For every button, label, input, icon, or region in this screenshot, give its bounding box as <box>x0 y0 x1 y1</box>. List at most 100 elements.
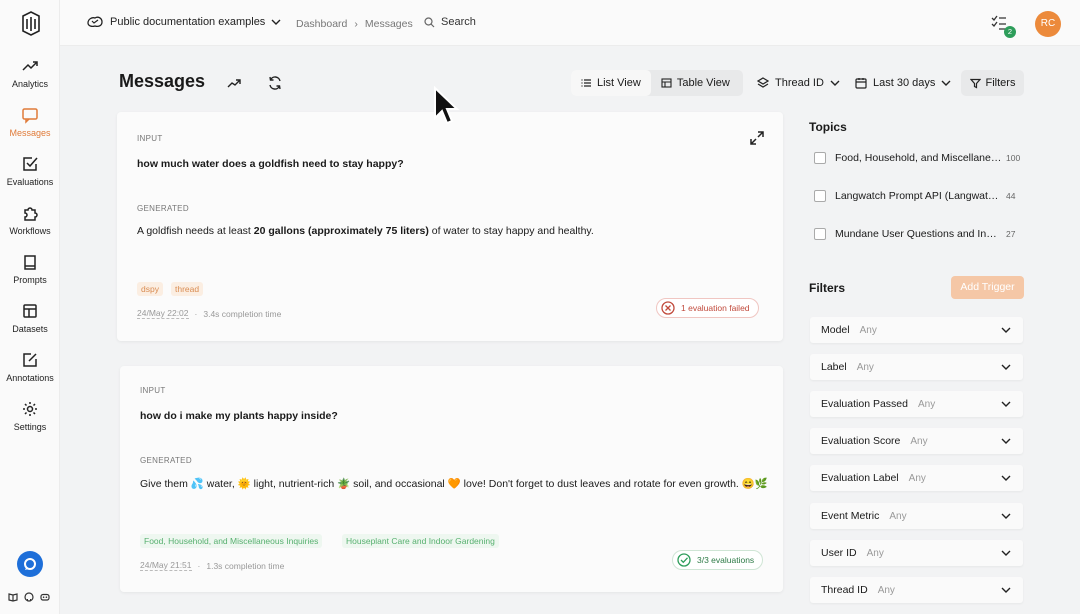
topic-tag[interactable]: Houseplant Care and Indoor Gardening <box>342 534 499 548</box>
nav-workflows[interactable]: Workflows <box>0 204 60 250</box>
breadcrumb-dashboard[interactable]: Dashboard <box>296 18 347 30</box>
meta-separator: · <box>197 560 201 571</box>
chat-support-button[interactable] <box>17 551 43 577</box>
meta-separator: · <box>194 308 198 319</box>
filter-label: Event Metric <box>821 510 880 522</box>
topic-item[interactable]: Langwatch Prompt API (Langwatch Prompt A… <box>814 188 1024 204</box>
chevron-down-icon <box>1001 475 1011 481</box>
gear-icon <box>23 402 37 416</box>
filter-thread-id[interactable]: Thread ID Any <box>810 577 1023 603</box>
evaluation-status[interactable]: 1 evaluation failed <box>656 298 759 318</box>
filter-evaluation-passed[interactable]: Evaluation Passed Any <box>810 391 1023 417</box>
topic-name: Mundane User Questions and Inquiries <box>835 228 1002 240</box>
discord-icon[interactable] <box>40 592 50 602</box>
project-selector[interactable]: Public documentation examples <box>86 15 281 29</box>
search-box[interactable]: Search <box>424 16 476 28</box>
nav-label: Datasets <box>12 324 48 334</box>
filter-value: Any <box>908 472 926 484</box>
tasks-button[interactable]: 2 <box>990 14 1016 38</box>
evaluation-status[interactable]: 3/3 evaluations <box>672 550 764 570</box>
nav-label: Evaluations <box>6 177 54 187</box>
chevron-down-icon <box>941 80 951 86</box>
filter-evaluation-score[interactable]: Evaluation Score Any <box>810 428 1023 454</box>
topic-name: Food, Household, and Miscellaneous Inqui… <box>835 152 1002 164</box>
topic-name: Langwatch Prompt API (Langwatch Prompt A… <box>835 190 1002 202</box>
completion-time: 3.4s completion time <box>203 308 282 319</box>
avatar[interactable]: RC <box>1035 11 1061 37</box>
filter-label-field[interactable]: Label Any <box>810 354 1023 380</box>
nav-messages[interactable]: Messages <box>0 106 60 152</box>
x-circle-icon <box>661 301 675 315</box>
completion-time: 1.3s completion time <box>206 560 285 571</box>
page-title: Messages <box>119 71 206 91</box>
chevron-down-icon <box>1001 327 1011 333</box>
filter-event-metric[interactable]: Event Metric Any <box>810 503 1023 529</box>
analytics-trend-icon[interactable] <box>226 75 242 91</box>
refresh-icon[interactable] <box>267 75 283 91</box>
list-view-button[interactable]: List View <box>571 70 651 96</box>
filter-value: Any <box>856 361 874 373</box>
date-range-dropdown[interactable]: Last 30 days <box>855 70 951 96</box>
filter-label: Evaluation Label <box>821 472 899 484</box>
table-icon <box>661 78 672 88</box>
search-icon <box>424 16 435 27</box>
check-circle-icon <box>677 553 691 567</box>
filter-label: Evaluation Score <box>821 435 901 447</box>
breadcrumb-messages[interactable]: Messages <box>365 18 413 30</box>
layers-icon <box>757 77 769 88</box>
filter-model[interactable]: Model Any <box>810 317 1023 343</box>
trend-up-icon <box>22 61 38 71</box>
project-name: Public documentation examples <box>110 16 266 28</box>
topic-checkbox[interactable] <box>814 152 826 164</box>
langwatch-logo[interactable] <box>20 10 42 36</box>
input-label: INPUT <box>140 386 166 395</box>
generated-label: GENERATED <box>140 456 192 465</box>
chevron-down-icon <box>1001 438 1011 444</box>
book-open-icon[interactable] <box>8 592 18 602</box>
filter-value: Any <box>866 547 884 559</box>
message-meta: 24/May 21:51 · 1.3s completion time <box>140 560 284 571</box>
topic-count: 27 <box>1006 229 1016 239</box>
table-view-button[interactable]: Table View <box>651 70 740 96</box>
chevron-down-icon <box>830 80 840 86</box>
topic-checkbox[interactable] <box>814 190 826 202</box>
filters-button[interactable]: Filters <box>961 70 1024 96</box>
chevron-right-icon: › <box>354 18 358 30</box>
nav-evaluations[interactable]: Evaluations <box>0 155 60 201</box>
book-icon <box>24 255 36 270</box>
topic-item[interactable]: Mundane User Questions and Inquiries 27 <box>814 226 1024 242</box>
label-tag[interactable]: thread <box>171 282 204 296</box>
message-date: 24/May 21:51 <box>140 560 192 571</box>
message-input: how do i make my plants happy inside? <box>140 410 338 422</box>
add-trigger-button[interactable]: Add Trigger <box>951 276 1024 299</box>
grouping-dropdown[interactable]: Thread ID <box>757 70 840 96</box>
filter-label: Label <box>821 361 847 373</box>
puzzle-icon <box>24 207 38 221</box>
topic-count: 44 <box>1006 191 1016 201</box>
chevron-down-icon <box>1001 587 1011 593</box>
nav-datasets[interactable]: Datasets <box>0 302 60 348</box>
filter-value: Any <box>917 398 936 410</box>
filter-evaluation-label[interactable]: Evaluation Label Any <box>810 465 1023 491</box>
check-square-icon <box>23 157 38 171</box>
nav-annotations[interactable]: Annotations <box>0 351 60 397</box>
label-tag[interactable]: dspy <box>137 282 163 296</box>
tasks-badge: 2 <box>1004 26 1016 38</box>
nav-analytics[interactable]: Analytics <box>0 57 60 103</box>
topic-item[interactable]: Food, Household, and Miscellaneous Inqui… <box>814 150 1024 166</box>
nav-label: Messages <box>9 128 51 138</box>
date-range-label: Last 30 days <box>873 77 936 89</box>
filters-label: Filters <box>985 77 1016 89</box>
nav-label: Workflows <box>9 226 51 236</box>
nav-settings[interactable]: Settings <box>0 400 60 446</box>
github-icon[interactable] <box>24 592 34 602</box>
topic-checkbox[interactable] <box>814 228 826 240</box>
nav-label: Analytics <box>11 79 48 89</box>
expand-icon[interactable] <box>749 130 765 146</box>
nav-prompts[interactable]: Prompts <box>0 253 60 299</box>
topic-tag[interactable]: Food, Household, and Miscellaneous Inqui… <box>140 534 323 548</box>
filter-label: Model <box>821 324 850 336</box>
filter-user-id[interactable]: User ID Any <box>810 540 1023 566</box>
filter-value: Any <box>889 510 907 522</box>
table-icon <box>23 304 37 318</box>
